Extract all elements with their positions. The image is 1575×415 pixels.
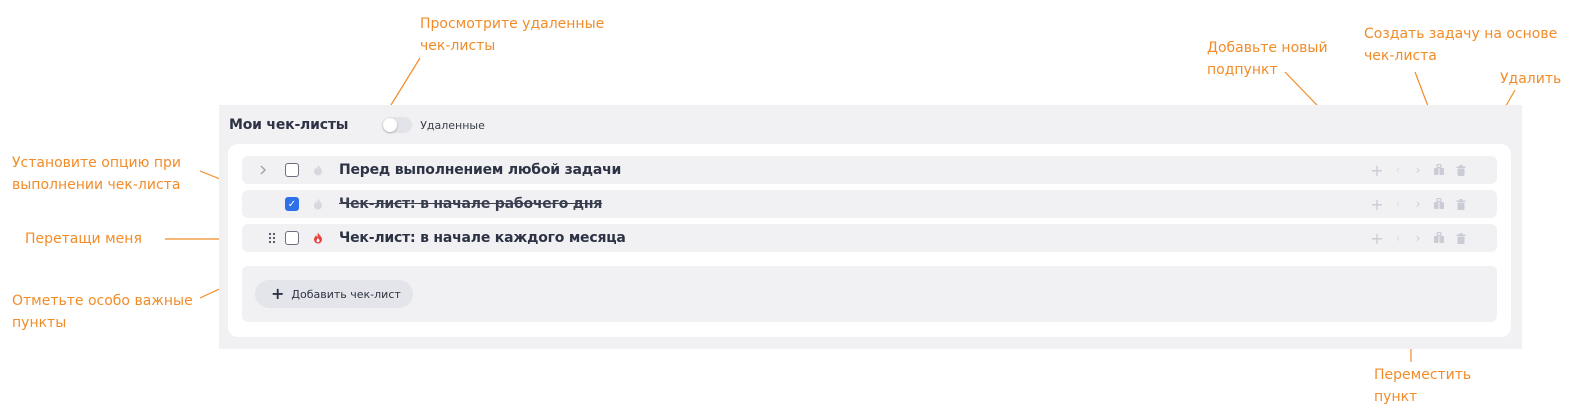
- checklist-title: Перед выполнением любой задачи: [339, 162, 622, 178]
- add-checklist-label: Добавить чек-лист: [291, 287, 401, 301]
- task-icon[interactable]: [1432, 228, 1446, 248]
- panel-header: Мои чек-листы Удаленные: [229, 110, 485, 140]
- panel-title: Мои чек-листы: [229, 117, 349, 133]
- add-checklist-button[interactable]: + Добавить чек-лист: [255, 280, 413, 308]
- checklists-card: Перед выполнением любой задачи + ‹ › ✓ Ч…: [228, 144, 1511, 337]
- chevron-left-icon[interactable]: ‹: [1392, 160, 1404, 180]
- checklist-row[interactable]: Перед выполнением любой задачи + ‹ ›: [242, 156, 1497, 184]
- plus-icon[interactable]: +: [1370, 228, 1384, 248]
- chevron-left-icon[interactable]: ‹: [1392, 194, 1404, 214]
- trash-icon[interactable]: [1454, 228, 1468, 248]
- plus-icon: +: [271, 284, 285, 303]
- plus-icon[interactable]: +: [1370, 160, 1384, 180]
- trash-icon[interactable]: [1454, 194, 1468, 214]
- plus-icon[interactable]: +: [1370, 194, 1384, 214]
- checklist-title: Чек-лист: в начале рабочего дня: [339, 196, 603, 212]
- checklist-row[interactable]: ✓ Чек-лист: в начале рабочего дня + ‹ ›: [242, 190, 1497, 218]
- toggle-knob: [383, 118, 398, 132]
- pointer-line-view-deleted: [390, 57, 421, 106]
- checklist-title: Чек-лист: в начале каждого месяца: [339, 230, 626, 246]
- add-checklist-area: + Добавить чек-лист: [242, 266, 1497, 322]
- trash-icon[interactable]: [1454, 160, 1468, 180]
- drag-handle-icon[interactable]: [266, 228, 278, 248]
- checklist-row[interactable]: Чек-лист: в начале каждого месяца + ‹ ›: [242, 224, 1497, 252]
- chevron-right-icon[interactable]: ›: [1412, 160, 1424, 180]
- row-actions: + ‹ ›: [1370, 156, 1490, 184]
- checklist-checkbox[interactable]: [285, 163, 299, 177]
- row-actions: + ‹ ›: [1370, 190, 1490, 218]
- flame-icon[interactable]: [311, 194, 325, 214]
- flame-icon[interactable]: [311, 160, 325, 180]
- flame-icon[interactable]: [311, 228, 325, 248]
- stage: Просмотрите удаленные чек-листы Добавьте…: [0, 0, 1575, 415]
- checklist-checkbox[interactable]: ✓: [285, 197, 299, 211]
- chevron-right-icon[interactable]: ›: [1412, 194, 1424, 214]
- chevron-right-icon[interactable]: [256, 160, 270, 180]
- chevron-right-icon[interactable]: ›: [1412, 228, 1424, 248]
- chevron-left-icon[interactable]: ‹: [1392, 228, 1404, 248]
- checklists-panel: Мои чек-листы Удаленные Перед выполнение…: [219, 105, 1522, 349]
- deleted-toggle-label: Удаленные: [420, 118, 485, 132]
- task-icon[interactable]: [1432, 194, 1446, 214]
- deleted-toggle[interactable]: [382, 117, 413, 133]
- task-icon[interactable]: [1432, 160, 1446, 180]
- row-actions: + ‹ ›: [1370, 224, 1490, 252]
- checklist-checkbox[interactable]: [285, 231, 299, 245]
